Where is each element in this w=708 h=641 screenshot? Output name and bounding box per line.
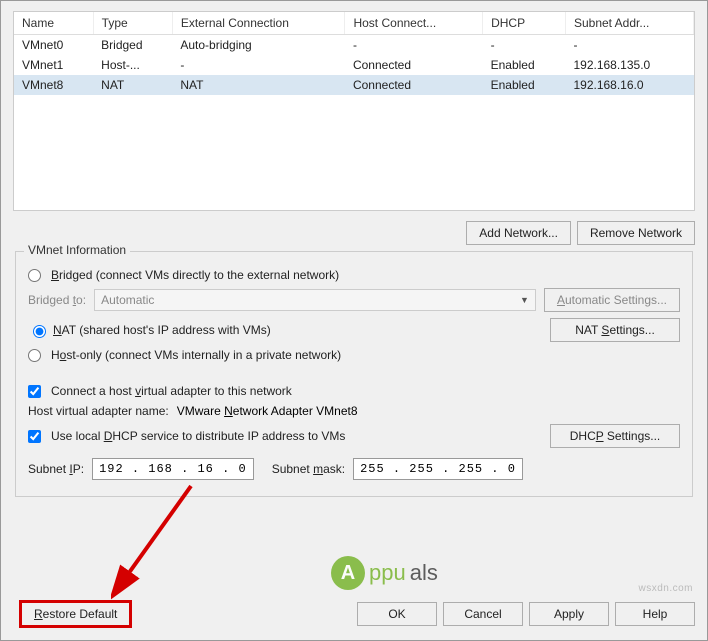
table-cell: VMnet0 xyxy=(14,35,93,56)
host-adapter-name-value: VMware Network Adapter VMnet8 xyxy=(177,404,358,418)
table-cell: NAT xyxy=(93,75,172,95)
table-cell: NAT xyxy=(172,75,345,95)
subnet-ip-label: Subnet IP: xyxy=(28,462,84,476)
col-subnet-address[interactable]: Subnet Addr... xyxy=(565,12,693,35)
restore-default-button[interactable]: Restore Default xyxy=(19,600,132,628)
table-header-row: Name Type External Connection Host Conne… xyxy=(14,12,694,35)
hostonly-radio-row: Host-only (connect VMs internally in a p… xyxy=(28,348,680,362)
bridged-radio-row: Bridged (connect VMs directly to the ext… xyxy=(28,268,680,282)
table-cell: VMnet8 xyxy=(14,75,93,95)
dhcp-service-checkbox[interactable] xyxy=(28,430,41,443)
table-row[interactable]: VMnet0BridgedAuto-bridging--- xyxy=(14,35,694,56)
connect-host-adapter-checkbox[interactable] xyxy=(28,385,41,398)
dialog-button-row: Restore Default OK Cancel Apply Help xyxy=(13,600,695,628)
table-row[interactable]: VMnet8NATNATConnectedEnabled192.168.16.0 xyxy=(14,75,694,95)
table-cell: Enabled xyxy=(483,55,566,75)
subnet-row: Subnet IP: 192 . 168 . 16 . 0 Subnet mas… xyxy=(28,458,680,480)
bridged-radio[interactable] xyxy=(28,269,41,282)
connect-host-adapter-label: Connect a host virtual adapter to this n… xyxy=(51,384,292,398)
hostonly-radio[interactable] xyxy=(28,349,41,362)
table-cell: Connected xyxy=(345,55,483,75)
bridged-to-row: Bridged to: Automatic ▼ Automatic Settin… xyxy=(28,288,680,312)
col-name[interactable]: Name xyxy=(14,12,93,35)
vmnet-information-group: VMnet Information Bridged (connect VMs d… xyxy=(15,251,693,497)
host-adapter-name-row: Host virtual adapter name: VMware Networ… xyxy=(28,404,680,418)
add-network-button[interactable]: Add Network... xyxy=(466,221,571,245)
watermark-logo-icon: A xyxy=(331,556,365,590)
bridged-to-select: Automatic ▼ xyxy=(94,289,536,311)
table-cell: - xyxy=(172,55,345,75)
col-dhcp[interactable]: DHCP xyxy=(483,12,566,35)
col-host-connection[interactable]: Host Connect... xyxy=(345,12,483,35)
automatic-settings-button: Automatic Settings... xyxy=(544,288,680,312)
host-adapter-name-label: Host virtual adapter name: xyxy=(28,404,169,418)
table-cell: 192.168.135.0 xyxy=(565,55,693,75)
watermark-text-1: ppu xyxy=(369,560,406,586)
dhcp-service-row: Use local DHCP service to distribute IP … xyxy=(28,424,680,448)
col-external-connection[interactable]: External Connection xyxy=(172,12,345,35)
table-cell: - xyxy=(565,35,693,56)
virtual-network-editor-window: Name Type External Connection Host Conne… xyxy=(0,0,708,641)
nat-radio-row: NAT (shared host's IP address with VMs) … xyxy=(28,318,680,342)
network-buttons-row: Add Network... Remove Network xyxy=(13,221,695,245)
remove-network-button[interactable]: Remove Network xyxy=(577,221,695,245)
dhcp-settings-button[interactable]: DHCP Settings... xyxy=(550,424,680,448)
group-title: VMnet Information xyxy=(24,243,130,257)
watermark: A ppu als xyxy=(331,556,438,590)
bridged-to-label: Bridged to: xyxy=(28,293,86,307)
chevron-down-icon: ▼ xyxy=(520,295,529,305)
table-cell: VMnet1 xyxy=(14,55,93,75)
table-cell: Auto-bridging xyxy=(172,35,345,56)
hostonly-label: Host-only (connect VMs internally in a p… xyxy=(51,348,341,362)
connect-host-adapter-row: Connect a host virtual adapter to this n… xyxy=(28,384,680,398)
subnet-ip-input[interactable]: 192 . 168 . 16 . 0 xyxy=(92,458,254,480)
table-cell: Host-... xyxy=(93,55,172,75)
table-cell: 192.168.16.0 xyxy=(565,75,693,95)
cancel-button[interactable]: Cancel xyxy=(443,602,523,626)
watermark-source: wsxdn.com xyxy=(638,583,693,594)
nat-settings-button[interactable]: NAT Settings... xyxy=(550,318,680,342)
ok-button[interactable]: OK xyxy=(357,602,437,626)
table-cell: Bridged xyxy=(93,35,172,56)
nat-radio[interactable] xyxy=(33,325,46,338)
table-row[interactable]: VMnet1Host-...-ConnectedEnabled192.168.1… xyxy=(14,55,694,75)
subnet-mask-label: Subnet mask: xyxy=(272,462,345,476)
bridged-to-value: Automatic xyxy=(101,293,154,307)
col-type[interactable]: Type xyxy=(93,12,172,35)
bridged-label: Bridged (connect VMs directly to the ext… xyxy=(51,268,339,282)
network-table[interactable]: Name Type External Connection Host Conne… xyxy=(13,11,695,211)
nat-label: NAT (shared host's IP address with VMs) xyxy=(53,323,271,337)
table-cell: - xyxy=(483,35,566,56)
table-cell: Connected xyxy=(345,75,483,95)
table-cell: Enabled xyxy=(483,75,566,95)
help-button[interactable]: Help xyxy=(615,602,695,626)
apply-button[interactable]: Apply xyxy=(529,602,609,626)
table-body: VMnet0BridgedAuto-bridging---VMnet1Host-… xyxy=(14,35,694,96)
subnet-mask-input[interactable]: 255 . 255 . 255 . 0 xyxy=(353,458,523,480)
table-cell: - xyxy=(345,35,483,56)
dhcp-service-label: Use local DHCP service to distribute IP … xyxy=(51,429,345,443)
watermark-text-2: als xyxy=(410,560,438,586)
